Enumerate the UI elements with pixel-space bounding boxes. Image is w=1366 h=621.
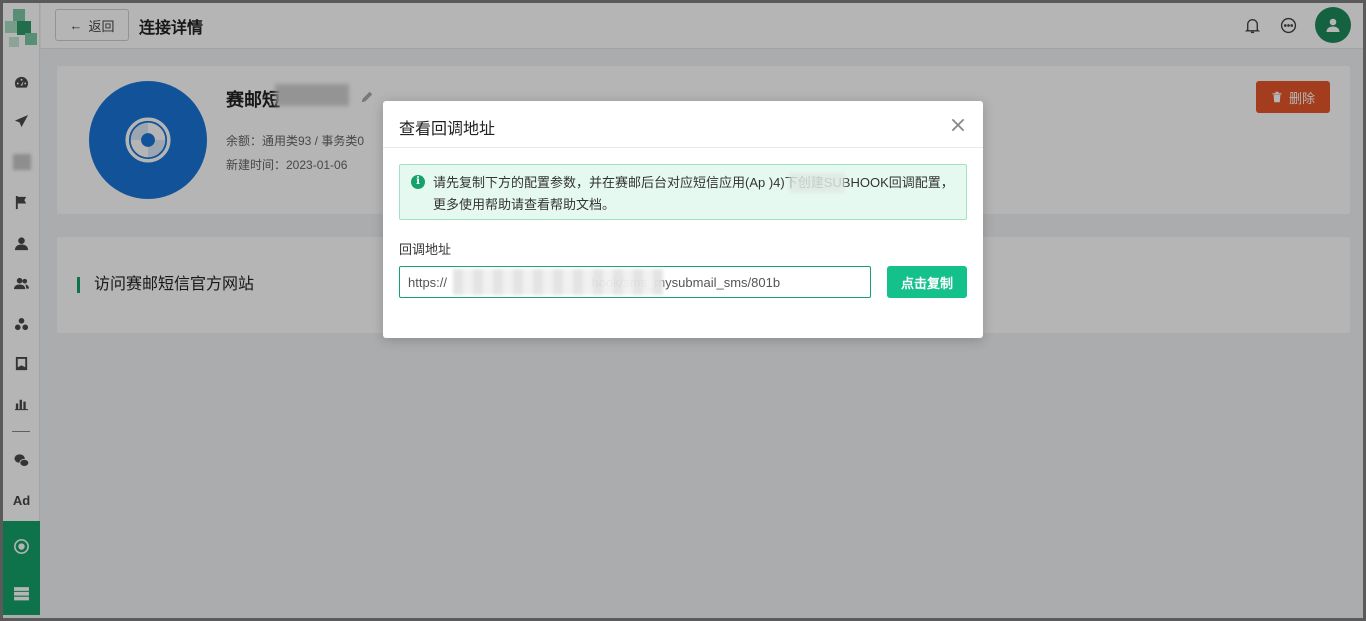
callback-url-label: 回调地址 xyxy=(399,242,452,257)
alert-text: 请先复制下方的配置参数，并在赛邮后台对应短信应用(Ap )4)下创建SUBHOO… xyxy=(433,175,954,212)
info-alert: i 请先复制下方的配置参数，并在赛邮后台对应短信应用(Ap )4)下创建SUBH… xyxy=(399,164,967,220)
callback-modal: 查看回调地址 i 请先复制下方的配置参数，并在赛邮后台对应短信应用(Ap )4)… xyxy=(383,101,983,338)
redacted-app-id xyxy=(789,173,845,193)
info-icon: i xyxy=(411,175,425,189)
modal-title: 查看回调地址 xyxy=(399,121,496,138)
modal-header: 查看回调地址 xyxy=(383,101,983,148)
close-icon[interactable] xyxy=(949,116,967,134)
copy-button[interactable]: 点击复制 xyxy=(887,266,967,298)
redacted-url xyxy=(453,269,663,295)
